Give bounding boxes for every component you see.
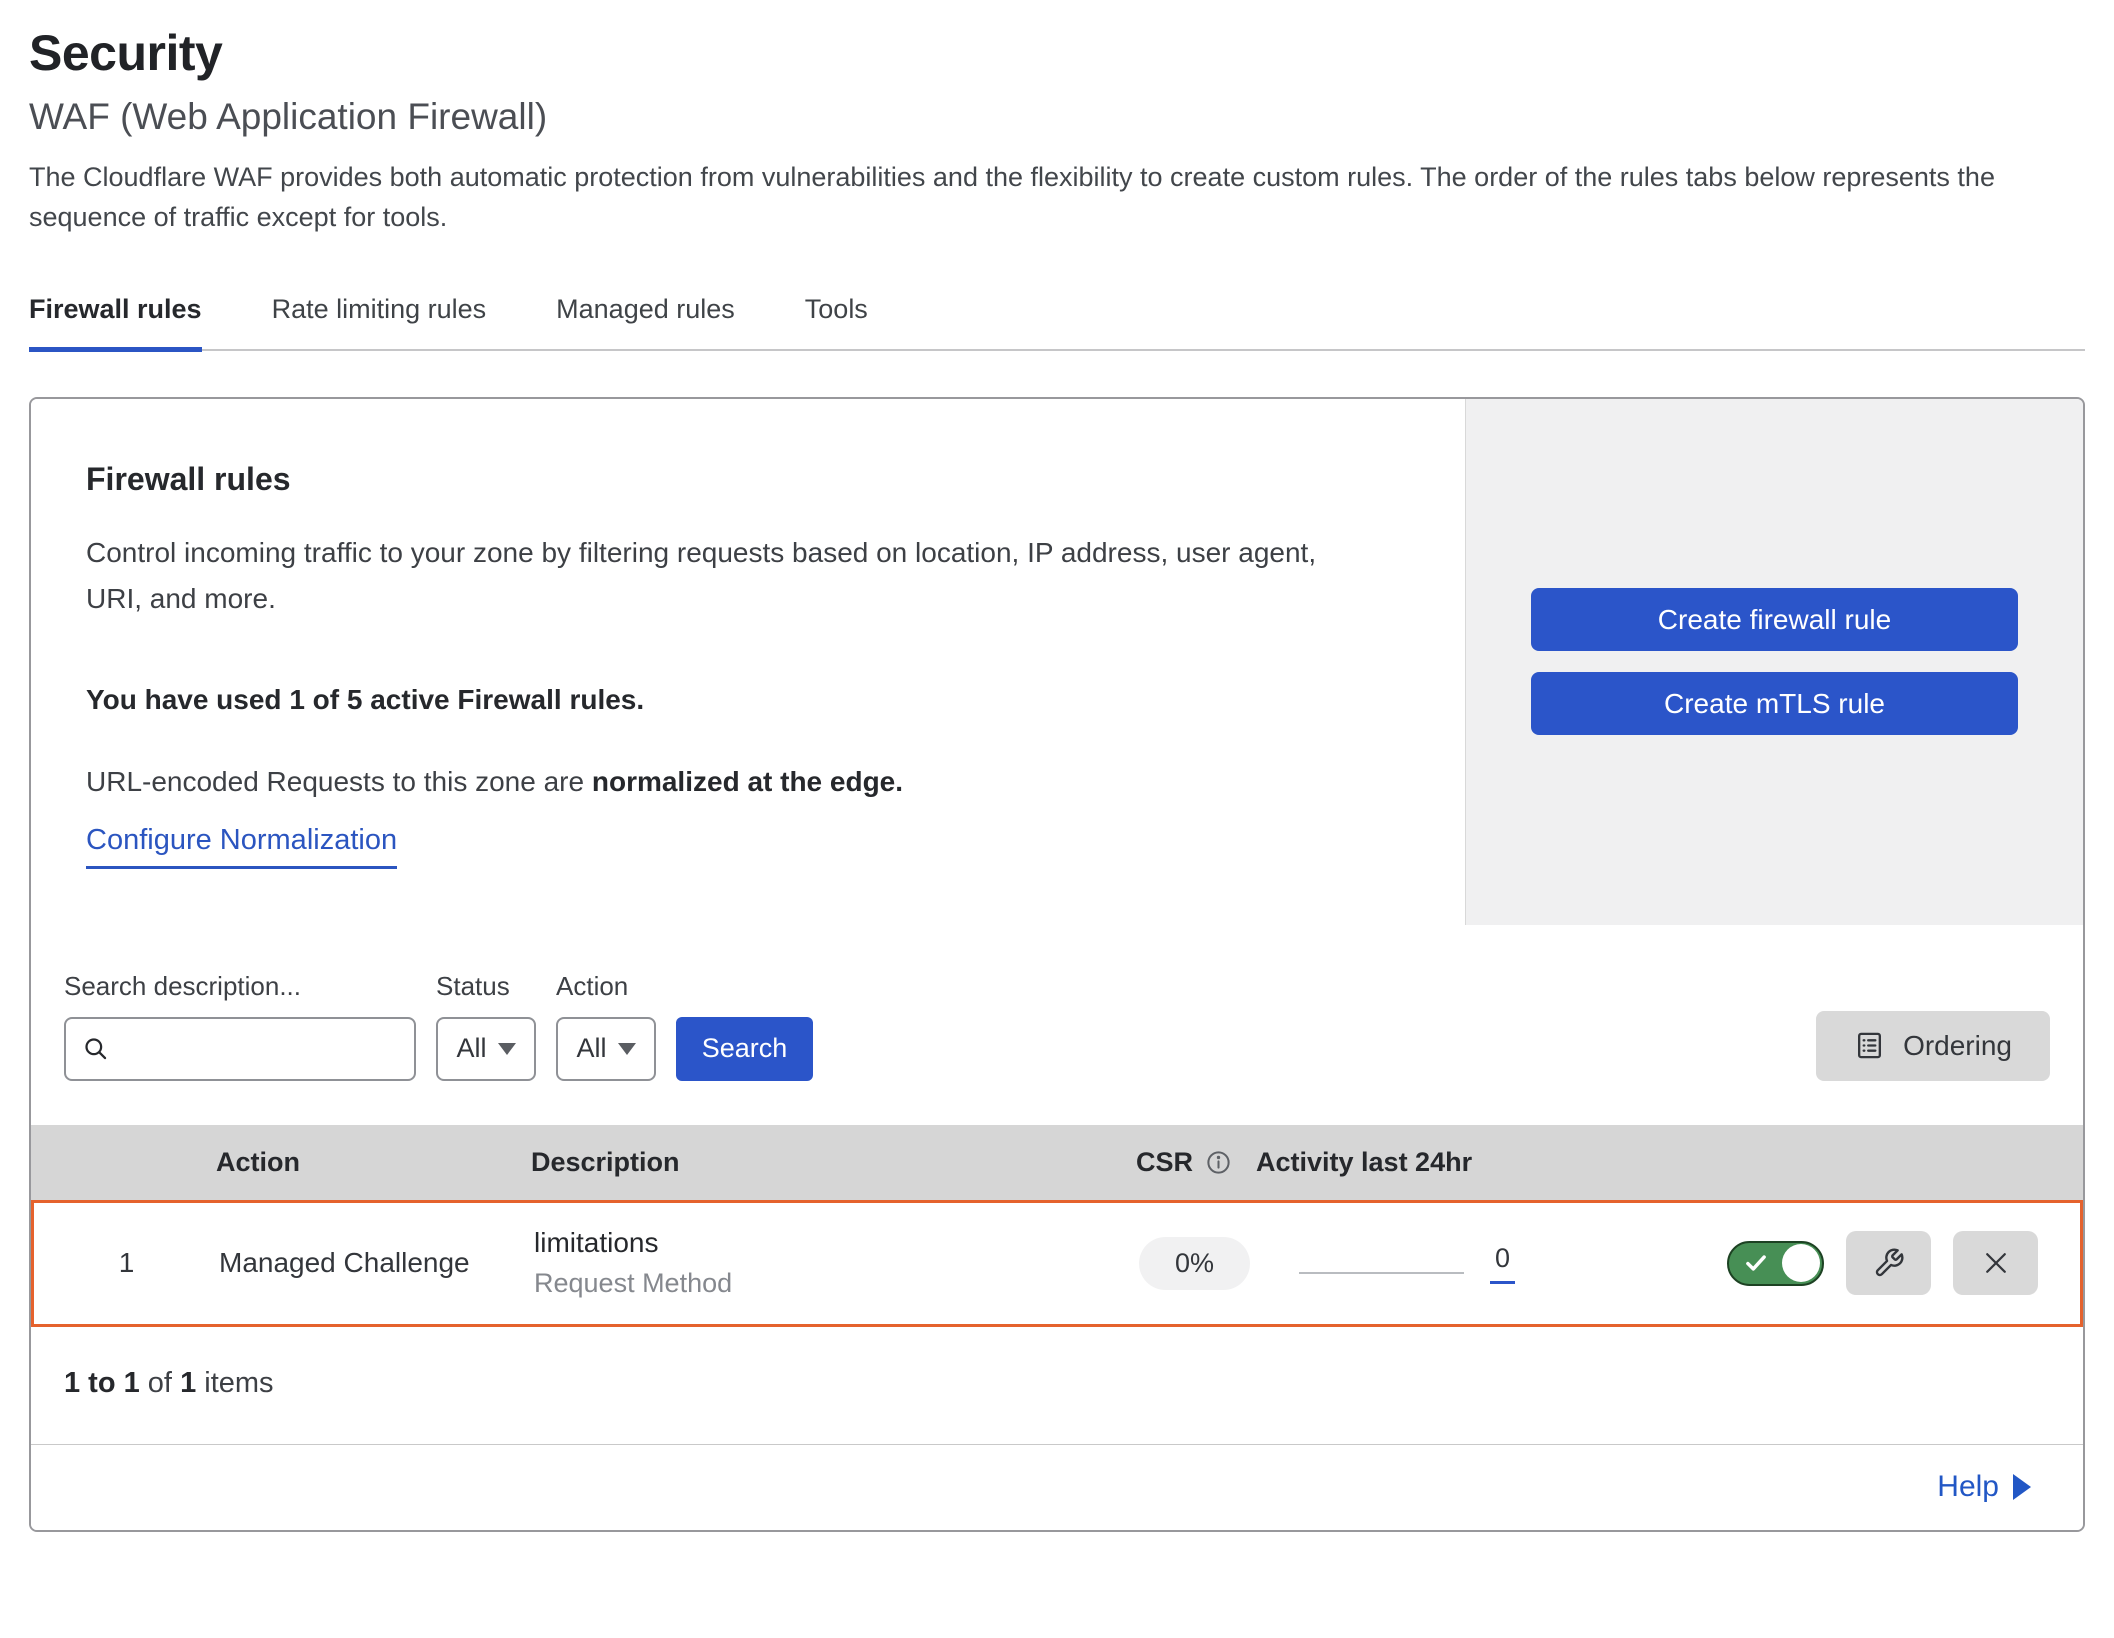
status-select[interactable]: All (436, 1017, 536, 1081)
search-button[interactable]: Search (676, 1017, 813, 1081)
firewall-rules-info: Firewall rules Control incoming traffic … (31, 399, 1465, 925)
pagination-of: of (140, 1367, 180, 1399)
rule-description-cell: limitations Request Method (534, 1227, 1109, 1299)
header-description: Description (531, 1147, 1106, 1178)
delete-rule-button[interactable] (1953, 1231, 2038, 1295)
firewall-rules-card: Firewall rules Control incoming traffic … (29, 397, 2085, 1532)
action-select[interactable]: All (556, 1017, 656, 1081)
create-firewall-rule-button[interactable]: Create firewall rule (1531, 588, 2018, 651)
table-header: Action Description CSR Activity last 24h… (31, 1125, 2083, 1200)
header-csr: CSR (1106, 1147, 1256, 1178)
create-mtls-rule-button[interactable]: Create mTLS rule (1531, 672, 2018, 735)
action-group: Action All (556, 971, 656, 1081)
pagination-range: 1 to 1 (64, 1367, 140, 1399)
action-select-value: All (576, 1033, 606, 1064)
arrow-right-icon (2013, 1474, 2031, 1500)
tab-rate-limiting-rules[interactable]: Rate limiting rules (272, 278, 487, 352)
activity-count-link[interactable]: 0 (1490, 1243, 1515, 1284)
tab-tools[interactable]: Tools (805, 278, 868, 352)
rule-action: Managed Challenge (219, 1247, 534, 1279)
tab-managed-rules[interactable]: Managed rules (556, 278, 735, 352)
filter-controls: Search description... Status (64, 971, 813, 1081)
normalization-text: URL-encoded Requests to this zone are (86, 766, 592, 797)
help-link[interactable]: Help (1937, 1470, 2031, 1504)
rule-controls (1539, 1231, 2080, 1295)
page-description: The Cloudflare WAF provides both automat… (29, 158, 2085, 238)
header-action: Action (216, 1147, 531, 1178)
search-box (64, 1017, 416, 1081)
chevron-down-icon (498, 1043, 516, 1055)
activity-sparkline (1299, 1272, 1464, 1274)
normalization-bold: normalized at the edge. (592, 766, 903, 797)
page-subtitle: WAF (Web Application Firewall) (29, 96, 2085, 138)
configure-normalization-link[interactable]: Configure Normalization (86, 824, 397, 869)
check-icon (1743, 1250, 1769, 1276)
security-waf-page: Security WAF (Web Application Firewall) … (0, 0, 2114, 1532)
status-label: Status (436, 971, 536, 1002)
pagination-summary: 1 to 1 of 1 items (31, 1327, 2083, 1444)
usage-summary: You have used 1 of 5 active Firewall rul… (86, 684, 1410, 716)
close-icon (1981, 1248, 2011, 1278)
card-description: Control incoming traffic to your zone by… (86, 530, 1356, 622)
ordering-button-label: Ordering (1903, 1030, 2012, 1062)
search-input[interactable] (121, 1033, 398, 1064)
ordering-button[interactable]: Ordering (1816, 1011, 2050, 1081)
search-group: Search description... (64, 971, 416, 1081)
header-csr-label: CSR (1136, 1147, 1193, 1178)
page-title: Security (29, 24, 2085, 82)
header-activity: Activity last 24hr (1256, 1147, 1536, 1178)
normalization-note: URL-encoded Requests to this zone are no… (86, 766, 1410, 798)
chevron-down-icon (618, 1043, 636, 1055)
filter-bar: Search description... Status (31, 925, 2083, 1125)
tab-firewall-rules[interactable]: Firewall rules (29, 278, 202, 352)
action-label: Action (556, 971, 656, 1002)
rule-activity-cell: 0 (1259, 1243, 1539, 1284)
help-row: Help (31, 1444, 2083, 1530)
pagination-total: 1 (180, 1367, 196, 1399)
rule-enabled-toggle[interactable] (1727, 1241, 1824, 1286)
toggle-knob (1782, 1244, 1820, 1282)
csr-badge: 0% (1139, 1237, 1250, 1290)
info-icon[interactable] (1205, 1149, 1232, 1176)
wrench-icon (1873, 1247, 1905, 1279)
search-label: Search description... (64, 971, 416, 1002)
edit-rule-button[interactable] (1846, 1231, 1931, 1295)
rule-priority: 1 (34, 1247, 219, 1279)
help-label: Help (1937, 1470, 1999, 1504)
search-icon (82, 1035, 109, 1062)
rule-description-title[interactable]: limitations (534, 1227, 1109, 1259)
table-row: 1 Managed Challenge limitations Request … (31, 1200, 2083, 1327)
card-top-section: Firewall rules Control incoming traffic … (31, 399, 2083, 925)
status-group: Status All (436, 971, 536, 1081)
rule-description-subtitle: Request Method (534, 1268, 1109, 1299)
card-heading: Firewall rules (86, 461, 1410, 498)
rule-csr-cell: 0% (1109, 1237, 1259, 1290)
pagination-items: items (196, 1367, 273, 1399)
card-actions-panel: Create firewall rule Create mTLS rule (1465, 399, 2083, 925)
tab-bar: Firewall rules Rate limiting rules Manag… (29, 278, 2085, 351)
status-select-value: All (456, 1033, 486, 1064)
ordering-list-icon (1854, 1030, 1885, 1061)
search-button-group: Search (676, 1017, 813, 1081)
